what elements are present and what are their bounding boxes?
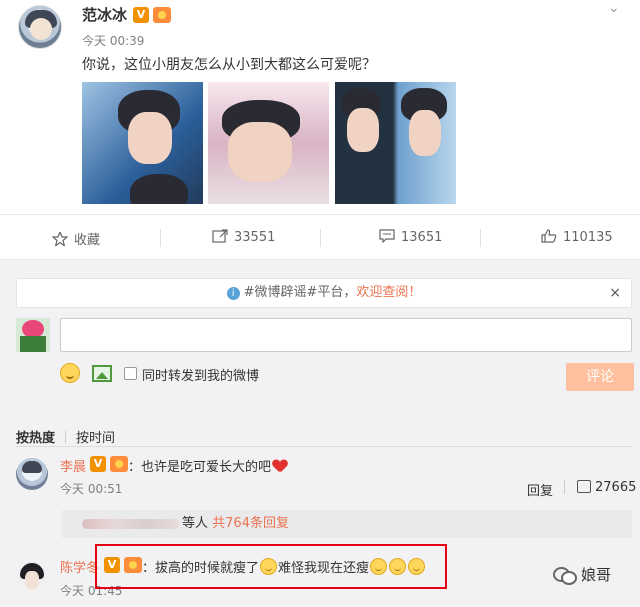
vip-badge-icon bbox=[153, 7, 172, 23]
info-icon: i bbox=[226, 287, 240, 300]
sort-by-time[interactable]: 按时间 bbox=[76, 431, 115, 446]
avatar[interactable] bbox=[16, 458, 48, 490]
favorite-button[interactable]: 收藏 bbox=[51, 229, 100, 248]
like-button[interactable]: 110135 bbox=[541, 229, 613, 245]
thumbs-up-icon bbox=[541, 229, 557, 243]
comment-time: 今天 00:51 bbox=[60, 482, 123, 496]
post-time[interactable]: 今天 00:39 bbox=[82, 32, 144, 49]
wechat-icon bbox=[553, 565, 577, 585]
chevron-down-icon[interactable]: ⌄ bbox=[608, 0, 620, 16]
reply-button[interactable]: 回复 bbox=[527, 480, 553, 499]
comment-like-button[interactable]: 27665 bbox=[577, 480, 636, 495]
emoji-icon[interactable] bbox=[60, 363, 80, 383]
star-icon bbox=[51, 230, 69, 248]
author-name[interactable]: 范冰冰 bbox=[82, 4, 127, 25]
image-icon[interactable] bbox=[92, 365, 112, 382]
verified-badge-icon: V bbox=[133, 7, 149, 23]
author-avatar[interactable] bbox=[18, 5, 62, 49]
divider bbox=[16, 446, 632, 447]
author-badges: V bbox=[133, 7, 172, 23]
my-avatar bbox=[16, 318, 50, 352]
blurred-names bbox=[82, 519, 180, 529]
thumbs-up-icon bbox=[577, 480, 591, 493]
notice-link-topic[interactable]: #微博辟谣#平台， bbox=[244, 285, 357, 300]
verified-badge-icon: V bbox=[90, 456, 106, 472]
comment-badges: V bbox=[90, 456, 129, 472]
comment-text: ：也许是吃可爱长大的吧 bbox=[128, 456, 287, 475]
post-photo[interactable] bbox=[335, 82, 456, 204]
replies-count-link[interactable]: 共764条回复 bbox=[212, 516, 289, 531]
post-text: 你说，这位小朋友怎么从小到大都这么可爱呢？ bbox=[82, 57, 376, 73]
comment-author[interactable]: 李晨 bbox=[60, 456, 86, 475]
repost-checkbox-label[interactable]: 同时转发到我的微博 bbox=[142, 365, 259, 384]
comment-input[interactable] bbox=[60, 318, 632, 352]
submit-comment-button[interactable]: 评论 bbox=[566, 363, 634, 391]
post-photo[interactable] bbox=[208, 82, 329, 204]
notice-link[interactable]: 欢迎查阅！ bbox=[356, 285, 421, 300]
repost-checkbox[interactable] bbox=[124, 367, 137, 380]
vip-badge-icon bbox=[110, 456, 129, 472]
post-action-bar: 收藏 33551 13651 110135 bbox=[0, 214, 640, 260]
watermark: 娘哥 bbox=[553, 564, 611, 585]
comment-author[interactable]: 陈学冬 bbox=[60, 557, 99, 576]
avatar[interactable] bbox=[16, 561, 48, 593]
replies-summary[interactable]: 等人 共764条回复 bbox=[62, 510, 632, 538]
comment-sort: 按热度 按时间 bbox=[16, 427, 115, 446]
repost-icon bbox=[212, 229, 228, 243]
heart-icon bbox=[273, 460, 287, 473]
comment-icon bbox=[379, 229, 395, 244]
highlight-box bbox=[95, 544, 447, 589]
comment-button[interactable]: 13651 bbox=[379, 229, 442, 245]
post-photo[interactable] bbox=[82, 82, 203, 204]
weibo-post: 范冰冰 V ⌄ 今天 00:39 你说，这位小朋友怎么从小到大都这么可爱呢？ bbox=[0, 0, 640, 214]
sort-by-hot[interactable]: 按热度 bbox=[16, 431, 55, 446]
close-icon[interactable]: × bbox=[609, 279, 621, 307]
repost-button[interactable]: 33551 bbox=[212, 229, 275, 245]
rumor-notice: i #微博辟谣#平台，欢迎查阅！ × bbox=[16, 278, 632, 308]
